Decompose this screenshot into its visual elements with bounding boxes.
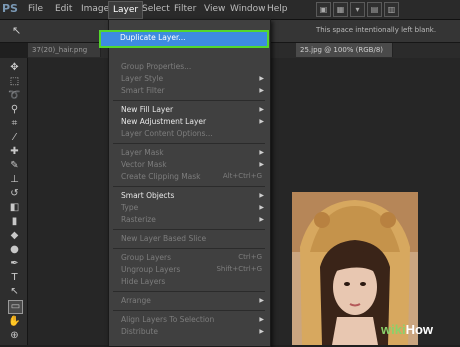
blur-tool-icon[interactable]: ◆ <box>8 230 21 242</box>
marquee-tool-icon[interactable]: ⬚ <box>8 76 21 88</box>
history-brush-icon[interactable]: ↺ <box>8 188 21 200</box>
menu-select[interactable]: Select <box>138 0 174 19</box>
menu-separator <box>113 186 265 187</box>
menu-item-arrange[interactable]: Arrange <box>121 296 151 305</box>
hand-tool-icon[interactable]: ✋ <box>8 316 21 328</box>
menu-item-type[interactable]: Type <box>121 203 138 212</box>
eyedropper-icon[interactable]: ⁄ <box>8 132 21 144</box>
menu-item-distribute[interactable]: Distribute <box>121 327 158 336</box>
submenu-arrow-icon: ▶ <box>259 216 264 223</box>
menu-item-hide-layers[interactable]: Hide Layers <box>121 277 165 286</box>
menu-item-layer-mask[interactable]: Layer Mask <box>121 148 164 157</box>
layer-menu-dropdown: Group Properties... Layer Style ▶ Smart … <box>108 19 271 347</box>
menu-separator <box>113 143 265 144</box>
submenu-arrow-icon: ▶ <box>259 204 264 211</box>
submenu-arrow-icon: ▶ <box>259 118 264 125</box>
menu-item-group-properties[interactable]: Group Properties... <box>121 62 191 71</box>
screen-mode-icon[interactable]: ▥ <box>384 2 399 17</box>
menu-item-new-adjustment-layer[interactable]: New Adjustment Layer <box>121 117 206 126</box>
shortcut-clipping-mask: Alt+Ctrl+G <box>222 172 262 180</box>
menu-separator <box>113 310 265 311</box>
menu-item-rasterize[interactable]: Rasterize <box>121 215 156 224</box>
shortcut-ungroup-layers: Shift+Ctrl+G <box>216 265 262 273</box>
submenu-arrow-icon: ▶ <box>259 75 264 82</box>
shape-tool-icon[interactable]: ▭ <box>8 300 23 314</box>
menu-filter[interactable]: Filter <box>170 0 200 19</box>
photoshop-logo: PS <box>2 2 18 15</box>
eraser-tool-icon[interactable]: ◧ <box>8 202 21 214</box>
menu-separator <box>113 291 265 292</box>
menu-item-duplicate-layer[interactable]: Duplicate Layer... <box>120 33 186 42</box>
bridge-icon[interactable]: ▣ <box>316 2 331 17</box>
healing-brush-icon[interactable]: ✚ <box>8 146 21 158</box>
menu-help[interactable]: Help <box>263 0 292 19</box>
watermark-prefix: wiki <box>381 322 406 337</box>
minibridge-icon[interactable]: ▦ <box>333 2 348 17</box>
submenu-arrow-icon: ▶ <box>259 149 264 156</box>
wikihow-watermark: wikiHow <box>381 322 433 337</box>
move-tool-icon[interactable]: ✥ <box>8 62 21 74</box>
menu-separator <box>113 100 265 101</box>
shortcut-group-layers: Ctrl+G <box>238 253 262 261</box>
menu-file[interactable]: File <box>24 0 47 19</box>
move-tool-icon[interactable]: ↖ <box>12 24 21 37</box>
menu-item-layer-style[interactable]: Layer Style <box>121 74 163 83</box>
submenu-arrow-icon: ▶ <box>259 87 264 94</box>
clone-stamp-icon[interactable]: ⊥ <box>8 174 21 186</box>
pen-tool-icon[interactable]: ✒ <box>8 258 21 270</box>
tools-panel: ✥ ⬚ ➰ ⚲ ⌗ ⁄ ✚ ✎ ⊥ ↺ ◧ ▮ ◆ ● ✒ T ↖ ▭ ✋ ⊕ <box>0 58 28 345</box>
menu-separator <box>113 229 265 230</box>
menu-bar: PS File Edit Image Layer Select Filter V… <box>0 0 460 20</box>
quick-select-icon[interactable]: ⚲ <box>8 104 21 116</box>
arrange-icon[interactable]: ▤ <box>367 2 382 17</box>
menu-item-layer-content-options[interactable]: Layer Content Options... <box>121 129 213 138</box>
menu-view[interactable]: View <box>200 0 229 19</box>
menu-edit[interactable]: Edit <box>51 0 76 19</box>
tab-document-2[interactable]: 25.jpg @ 100% (RGB/8) <box>296 43 393 57</box>
path-select-icon[interactable]: ↖ <box>8 286 21 298</box>
gradient-tool-icon[interactable]: ▮ <box>8 216 21 228</box>
menu-item-ungroup-layers[interactable]: Ungroup Layers <box>121 265 180 274</box>
menu-separator <box>113 248 265 249</box>
zoom-icon[interactable]: ▾ <box>350 2 365 17</box>
brush-tool-icon[interactable]: ✎ <box>8 160 21 172</box>
menu-item-create-clipping-mask[interactable]: Create Clipping Mask <box>121 172 201 181</box>
menu-item-new-fill-layer[interactable]: New Fill Layer <box>121 105 173 114</box>
watermark-suffix: How <box>405 322 434 337</box>
menu-item-new-layer-based-slice[interactable]: New Layer Based Slice <box>121 234 206 243</box>
submenu-arrow-icon: ▶ <box>259 106 264 113</box>
menu-item-group-layers[interactable]: Group Layers <box>121 253 171 262</box>
submenu-arrow-icon: ▶ <box>259 161 264 168</box>
options-message: This space intentionally left blank. <box>316 26 437 34</box>
zoom-tool-icon[interactable]: ⊕ <box>8 330 21 342</box>
menu-item-smart-filter[interactable]: Smart Filter <box>121 86 165 95</box>
submenu-arrow-icon: ▶ <box>259 328 264 335</box>
dodge-tool-icon[interactable]: ● <box>8 244 21 256</box>
menu-item-vector-mask[interactable]: Vector Mask <box>121 160 167 169</box>
menu-item-smart-objects[interactable]: Smart Objects <box>121 191 174 200</box>
submenu-arrow-icon: ▶ <box>259 316 264 323</box>
type-tool-icon[interactable]: T <box>8 272 21 284</box>
crop-tool-icon[interactable]: ⌗ <box>8 118 21 130</box>
menu-item-align-layers-to-selection[interactable]: Align Layers To Selection <box>121 315 214 324</box>
lasso-tool-icon[interactable]: ➰ <box>8 90 21 102</box>
submenu-arrow-icon: ▶ <box>259 297 264 304</box>
tab-document-1[interactable]: 37(20)_hair.png @ 8 <box>28 43 101 68</box>
submenu-arrow-icon: ▶ <box>259 192 264 199</box>
